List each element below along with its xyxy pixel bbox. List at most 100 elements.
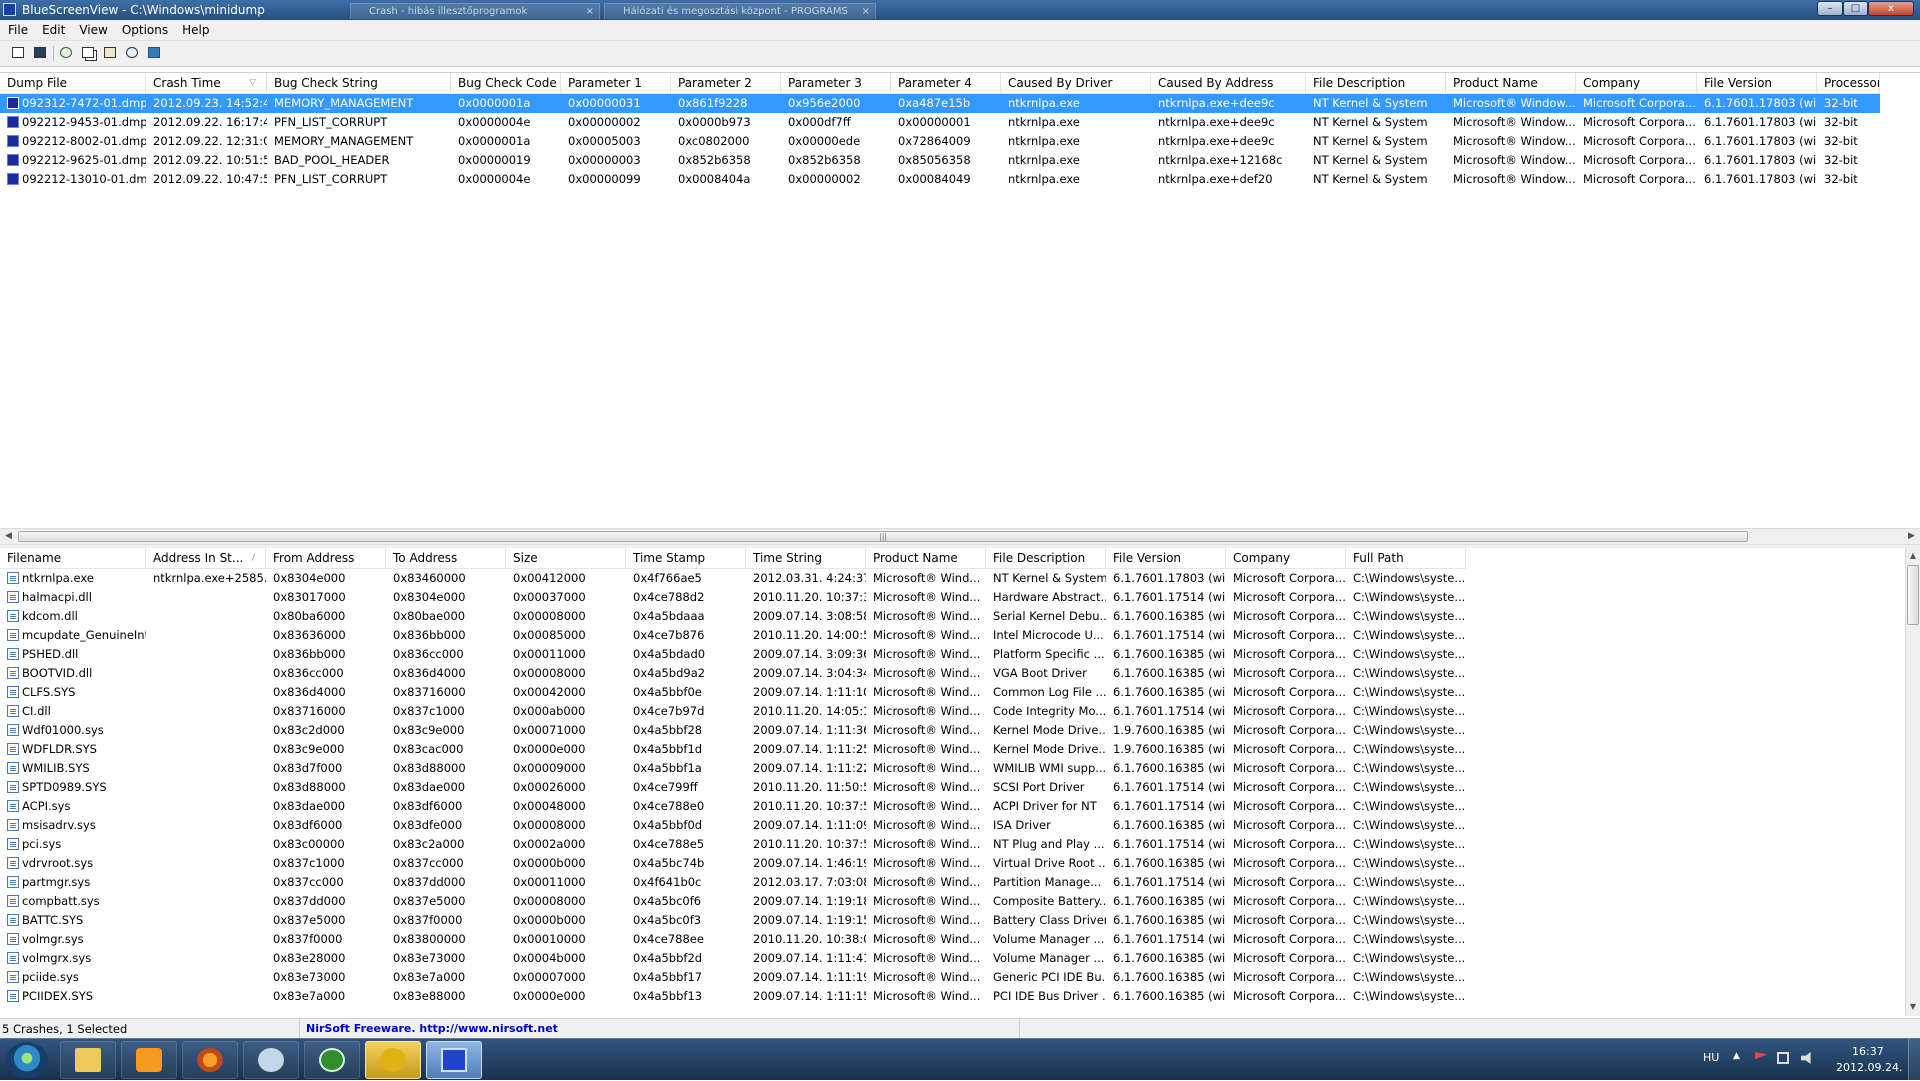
- driver-row[interactable]: SPTD0989.SYS 0x83d88000 0x83dae000 0x000260…: [0, 778, 1466, 797]
- show-desktop-button[interactable]: [1908, 1039, 1920, 1081]
- column-header[interactable]: File Description: [986, 548, 1106, 568]
- crash-row[interactable]: 092212-8002-01.dmp 2012.09.22. 12:31:07 ME…: [0, 132, 1880, 151]
- refresh-button[interactable]: [58, 45, 74, 61]
- driver-list[interactable]: Filename Address In St... / From Address To …: [0, 548, 1905, 1016]
- column-header[interactable]: Bug Check Code: [451, 73, 561, 93]
- start-button[interactable]: [6, 1042, 48, 1078]
- column-header[interactable]: Dump File: [0, 73, 146, 93]
- taskbar-skype[interactable]: [243, 1041, 299, 1079]
- close-button[interactable]: x: [1868, 1, 1914, 16]
- taskbar-bluescreenview[interactable]: [426, 1041, 482, 1079]
- taskbar-media-player[interactable]: [121, 1041, 177, 1079]
- driver-row[interactable]: ACPI.sys 0x83dae000 0x83df6000 0x00048000 0x…: [0, 797, 1466, 816]
- column-header[interactable]: Address In St... /: [146, 548, 266, 568]
- cell-text: BAD_POOL_HEADER: [274, 153, 390, 167]
- column-header[interactable]: Product Name: [866, 548, 986, 568]
- taskbar-key-app[interactable]: [365, 1041, 421, 1079]
- column-header[interactable]: To Address: [386, 548, 506, 568]
- column-header[interactable]: Bug Check String: [267, 73, 451, 93]
- taskbar-explorer[interactable]: [60, 1041, 116, 1079]
- menu-view[interactable]: View: [72, 20, 114, 40]
- column-header[interactable]: Company: [1576, 73, 1697, 93]
- driver-row[interactable]: Wdf01000.sys 0x83c2d000 0x83c9e000 0x000710…: [0, 721, 1466, 740]
- driver-row[interactable]: BATTC.SYS 0x837e5000 0x837f0000 0x0000b000 0…: [0, 911, 1466, 930]
- driver-row[interactable]: BOOTVID.dll 0x836cc000 0x836d4000 0x0000800…: [0, 664, 1466, 683]
- background-window-tab[interactable]: Hálózati és megosztási központ - PROGRAM…: [604, 3, 876, 19]
- find-button[interactable]: [124, 45, 140, 61]
- background-window-tab[interactable]: Crash - hibás illesztőprogramok ×: [350, 3, 600, 19]
- nirsoft-link[interactable]: NirSoft Freeware. http://www.nirsoft.net: [300, 1019, 1020, 1039]
- driver-row[interactable]: kdcom.dll 0x80ba6000 0x80bae000 0x00008000 0…: [0, 607, 1466, 626]
- scroll-right-icon[interactable]: ▶: [1903, 529, 1920, 545]
- driver-row[interactable]: msisadrv.sys 0x83df6000 0x83dfe000 0x000080…: [0, 816, 1466, 835]
- save-button[interactable]: [32, 45, 48, 61]
- column-header[interactable]: From Address: [266, 548, 386, 568]
- driver-row[interactable]: WDFLDR.SYS 0x83c9e000 0x83cac000 0x0000e000…: [0, 740, 1466, 759]
- language-indicator[interactable]: HU: [1703, 1051, 1719, 1064]
- crash-row[interactable]: 092212-9625-01.dmp 2012.09.22. 10:51:58 BA…: [0, 151, 1880, 170]
- column-header[interactable]: Parameter 4: [891, 73, 1001, 93]
- crash-row[interactable]: 092312-7472-01.dmp 2012.09.23. 14:52:42 ME…: [0, 94, 1880, 113]
- column-header[interactable]: File Version: [1106, 548, 1226, 568]
- menu-edit[interactable]: Edit: [35, 20, 72, 40]
- column-header[interactable]: Parameter 1: [561, 73, 671, 93]
- network-icon[interactable]: [1777, 1052, 1789, 1064]
- driver-row[interactable]: ntkrnlpa.exe ntkrnlpa.exe+2585... 0x8304e0…: [0, 569, 1466, 588]
- scroll-up-icon[interactable]: ▲: [1906, 548, 1920, 564]
- driver-row[interactable]: PCIIDEX.SYS 0x83e7a000 0x83e88000 0x0000e00…: [0, 987, 1466, 1006]
- driver-row[interactable]: pciide.sys 0x83e73000 0x83e7a000 0x00007000…: [0, 968, 1466, 987]
- scrollbar-thumb[interactable]: |||: [18, 531, 1748, 542]
- driver-row[interactable]: volmgrx.sys 0x83e28000 0x83e73000 0x0004b00…: [0, 949, 1466, 968]
- show-hidden-icons[interactable]: ▲: [1733, 1051, 1740, 1061]
- scroll-left-icon[interactable]: ◀: [0, 529, 17, 545]
- driver-row[interactable]: WMILIB.SYS 0x83d7f000 0x83d88000 0x00009000…: [0, 759, 1466, 778]
- column-header[interactable]: Company: [1226, 548, 1346, 568]
- exit-button[interactable]: [146, 45, 162, 61]
- clock-date[interactable]: 2012.09.24.: [1836, 1061, 1902, 1074]
- driver-row[interactable]: vdrvroot.sys 0x837c1000 0x837cc000 0x0000b0…: [0, 854, 1466, 873]
- column-header[interactable]: Crash Time ▽: [146, 73, 267, 93]
- clock-time[interactable]: 16:37: [1852, 1045, 1884, 1058]
- column-header[interactable]: Processor: [1817, 73, 1880, 93]
- crash-row[interactable]: 092212-9453-01.dmp 2012.09.22. 16:17:41 PF…: [0, 113, 1880, 132]
- column-header[interactable]: Size: [506, 548, 626, 568]
- maximize-button[interactable]: □: [1843, 1, 1868, 16]
- minimize-button[interactable]: –: [1817, 1, 1843, 16]
- html-report-button[interactable]: [10, 45, 26, 61]
- taskbar-firefox[interactable]: [182, 1041, 238, 1079]
- scrollbar-thumb[interactable]: [1907, 565, 1919, 625]
- column-header[interactable]: File Description: [1306, 73, 1446, 93]
- action-center-flag-icon[interactable]: [1755, 1052, 1767, 1060]
- driver-row[interactable]: partmgr.sys 0x837cc000 0x837dd000 0x0001100…: [0, 873, 1466, 892]
- column-header[interactable]: Filename: [0, 548, 146, 568]
- driver-row[interactable]: CLFS.SYS 0x836d4000 0x83716000 0x00042000 0x…: [0, 683, 1466, 702]
- menu-options[interactable]: Options: [115, 20, 175, 40]
- driver-list-vertical-scrollbar[interactable]: ▲ ▼: [1905, 548, 1920, 1016]
- crash-list[interactable]: Dump File Crash Time ▽ Bug Check String Bug …: [0, 72, 1920, 529]
- menu-file[interactable]: File: [0, 20, 35, 40]
- scroll-down-icon[interactable]: ▼: [1906, 999, 1920, 1015]
- column-header[interactable]: Product Name: [1446, 73, 1576, 93]
- menu-help[interactable]: Help: [175, 20, 216, 40]
- crash-list-horizontal-scrollbar[interactable]: ◀ ||| ▶: [0, 528, 1920, 545]
- driver-row[interactable]: halmacpi.dll 0x83017000 0x8304e000 0x000370…: [0, 588, 1466, 607]
- taskbar-utorrent[interactable]: [304, 1041, 360, 1079]
- driver-row[interactable]: volmgr.sys 0x837f0000 0x83800000 0x00010000…: [0, 930, 1466, 949]
- properties-button[interactable]: [102, 45, 118, 61]
- column-header[interactable]: Full Path: [1346, 548, 1466, 568]
- volume-icon[interactable]: [1801, 1052, 1811, 1064]
- column-header[interactable]: Caused By Address: [1151, 73, 1306, 93]
- column-header[interactable]: Parameter 3: [781, 73, 891, 93]
- column-header[interactable]: Time String: [746, 548, 866, 568]
- driver-row[interactable]: pci.sys 0x83c00000 0x83c2a000 0x0002a000 0x4…: [0, 835, 1466, 854]
- column-header[interactable]: Time Stamp: [626, 548, 746, 568]
- driver-row[interactable]: mcupdate_GenuineIntel.dll 0x83636000 0x836…: [0, 626, 1466, 645]
- driver-row[interactable]: CI.dll 0x83716000 0x837c1000 0x000ab000 0x4c…: [0, 702, 1466, 721]
- column-header[interactable]: File Version: [1697, 73, 1817, 93]
- driver-row[interactable]: PSHED.dll 0x836bb000 0x836cc000 0x00011000 0…: [0, 645, 1466, 664]
- crash-row[interactable]: 092212-13010-01.dmp 2012.09.22. 10:47:52 P…: [0, 170, 1880, 189]
- driver-row[interactable]: compbatt.sys 0x837dd000 0x837e5000 0x000080…: [0, 892, 1466, 911]
- column-header[interactable]: Caused By Driver: [1001, 73, 1151, 93]
- copy-button[interactable]: [80, 45, 96, 61]
- column-header[interactable]: Parameter 2: [671, 73, 781, 93]
